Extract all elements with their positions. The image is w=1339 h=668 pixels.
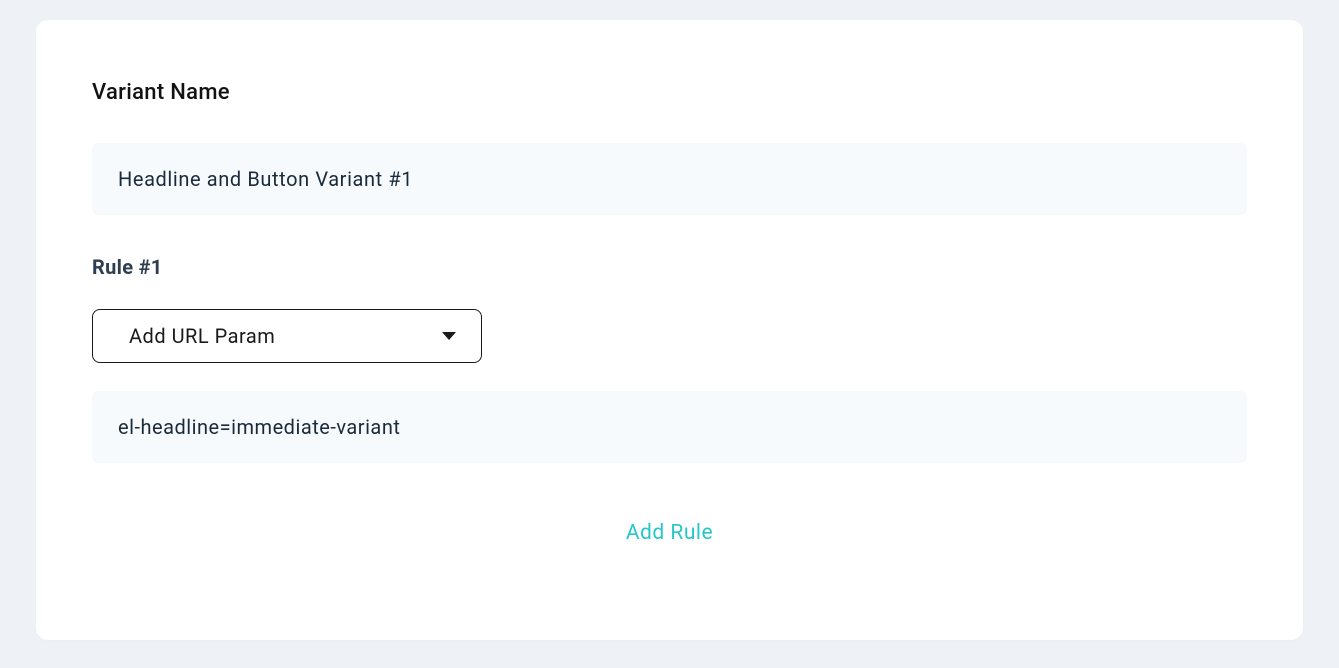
rule-type-select[interactable]: Add URL Param (92, 309, 482, 363)
rule-value-input[interactable] (92, 391, 1247, 463)
rule-label: Rule #1 (92, 255, 1247, 279)
variant-name-label: Variant Name (92, 80, 1247, 105)
variant-name-input[interactable] (92, 143, 1247, 215)
variant-card: Variant Name Rule #1 Add URL Param Add R… (36, 20, 1303, 640)
add-rule-button[interactable]: Add Rule (92, 521, 1247, 545)
rule-type-selected: Add URL Param (129, 324, 275, 348)
